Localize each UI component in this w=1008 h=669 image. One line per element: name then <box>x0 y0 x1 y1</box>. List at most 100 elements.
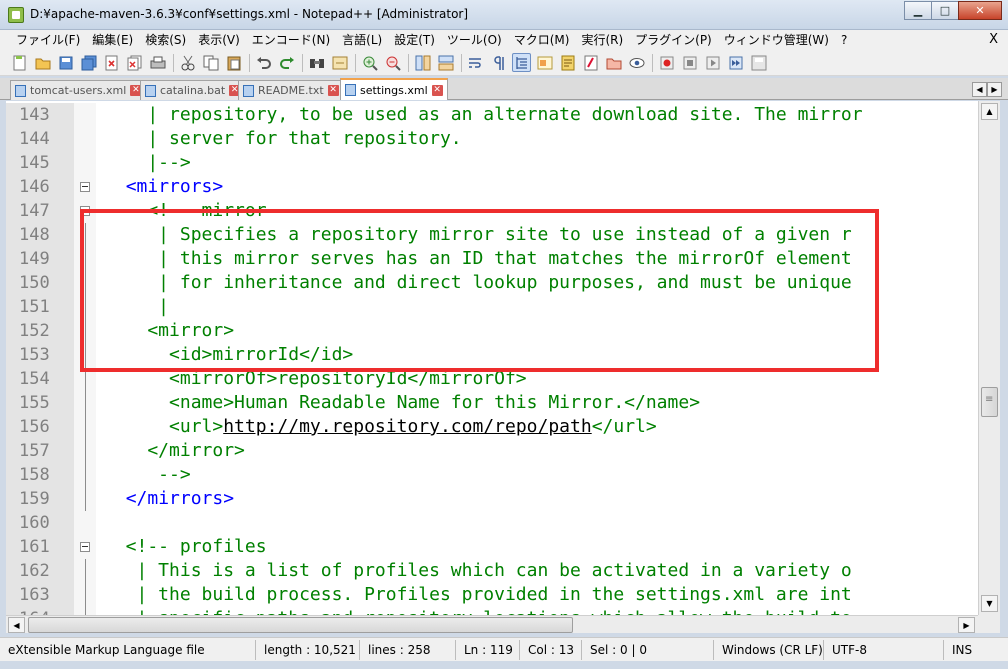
minimize-button[interactable]: ▁ <box>904 1 932 20</box>
fold-margin[interactable] <box>74 175 96 199</box>
menu-run[interactable]: 実行(R) <box>575 30 629 50</box>
replace-icon[interactable] <box>330 53 349 72</box>
tab-scroll-left-button[interactable]: ◀ <box>972 82 987 97</box>
print-icon[interactable] <box>148 53 167 72</box>
menu-help[interactable]: ? <box>835 30 853 50</box>
close-all-icon[interactable] <box>125 53 144 72</box>
editor-line[interactable]: 149 | this mirror serves has an ID that … <box>6 247 978 271</box>
scroll-down-button[interactable]: ▼ <box>981 595 998 612</box>
code-editor[interactable]: 143 | repository, to be used as an alter… <box>6 101 978 615</box>
function-list-icon[interactable] <box>581 53 600 72</box>
scroll-left-button[interactable]: ◀ <box>8 617 25 633</box>
cut-icon[interactable] <box>178 53 197 72</box>
menu-language[interactable]: 言語(L) <box>336 30 388 50</box>
scroll-up-button[interactable]: ▲ <box>981 103 998 120</box>
user-language-icon[interactable] <box>535 53 554 72</box>
close-tab-icon[interactable]: ✕ <box>327 85 339 96</box>
editor-line[interactable]: 146 <mirrors> <box>6 175 978 199</box>
macro-play-icon[interactable] <box>703 53 722 72</box>
menu-encoding[interactable]: エンコード(N) <box>246 30 336 50</box>
tab-tomcat-users[interactable]: tomcat-users.xml ✕ <box>10 80 147 100</box>
line-number: 145 <box>6 151 74 175</box>
editor-line[interactable]: 160 <box>6 511 978 535</box>
notepadpp-app-icon[interactable] <box>8 7 24 23</box>
save-icon[interactable] <box>56 53 75 72</box>
macro-run-multiple-icon[interactable] <box>726 53 745 72</box>
new-file-icon[interactable] <box>10 53 29 72</box>
editor-line[interactable]: 157 </mirror> <box>6 439 978 463</box>
editor-line[interactable]: 159 </mirrors> <box>6 487 978 511</box>
editor-line[interactable]: 163 | the build process. Profiles provid… <box>6 583 978 607</box>
editor-line[interactable]: 150 | for inheritance and direct lookup … <box>6 271 978 295</box>
tab-scroll-right-button[interactable]: ▶ <box>987 82 1002 97</box>
editor-line[interactable]: 147 <!-- mirror <box>6 199 978 223</box>
macro-stop-icon[interactable] <box>680 53 699 72</box>
open-file-icon[interactable] <box>33 53 52 72</box>
editor-line[interactable]: 164 | specific paths and repository loca… <box>6 607 978 615</box>
macro-save-icon[interactable] <box>749 53 768 72</box>
editor-line[interactable]: 152 <mirror> <box>6 319 978 343</box>
menu-edit[interactable]: 編集(E) <box>86 30 139 50</box>
status-insert-mode[interactable]: INS <box>944 640 994 660</box>
close-document-button[interactable]: X <box>989 30 998 50</box>
editor-line[interactable]: 145 |--> <box>6 151 978 175</box>
editor-line[interactable]: 156 <url>http://my.repository.com/repo/p… <box>6 415 978 439</box>
find-icon[interactable] <box>307 53 326 72</box>
editor-line[interactable]: 158 --> <box>6 463 978 487</box>
status-encoding[interactable]: UTF-8 <box>824 639 944 660</box>
editor-line[interactable]: 155 <name>Human Readable Name for this M… <box>6 391 978 415</box>
sync-vertical-icon[interactable] <box>413 53 432 72</box>
redo-icon[interactable] <box>277 53 296 72</box>
menu-view[interactable]: 表示(V) <box>192 30 246 50</box>
fold-margin[interactable] <box>74 199 96 223</box>
menu-plugins[interactable]: プラグイン(P) <box>629 30 718 50</box>
vertical-scrollbar[interactable]: ▲ ≡ ▼ <box>978 101 1000 615</box>
show-all-chars-icon[interactable] <box>489 53 508 72</box>
indent-guide-icon[interactable] <box>512 53 531 72</box>
editor-line[interactable]: 148 | Specifies a repository mirror site… <box>6 223 978 247</box>
vertical-scroll-thumb[interactable]: ≡ <box>981 387 998 417</box>
fold-toggle-icon[interactable] <box>80 206 90 216</box>
sync-horizontal-icon[interactable] <box>436 53 455 72</box>
fold-toggle-icon[interactable] <box>80 542 90 552</box>
close-file-icon[interactable] <box>102 53 121 72</box>
menu-macro[interactable]: マクロ(M) <box>508 30 576 50</box>
close-tab-icon[interactable]: ✕ <box>431 84 443 96</box>
editor-line[interactable]: 161 <!-- profiles <box>6 535 978 559</box>
word-wrap-icon[interactable] <box>466 53 485 72</box>
fold-margin[interactable] <box>74 535 96 559</box>
menu-file[interactable]: ファイル(F) <box>10 30 86 50</box>
editor-line[interactable]: 151 | <box>6 295 978 319</box>
save-all-icon[interactable] <box>79 53 98 72</box>
document-map-icon[interactable] <box>558 53 577 72</box>
tab-readme[interactable]: README.txt ✕ <box>238 80 344 100</box>
menu-window[interactable]: ウィンドウ管理(W) <box>718 30 835 50</box>
tab-catalina-bat[interactable]: catalina.bat ✕ <box>140 80 246 100</box>
status-eol-format[interactable]: Windows (CR LF) <box>714 639 824 660</box>
menu-search[interactable]: 検索(S) <box>139 30 192 50</box>
zoom-out-icon[interactable] <box>383 53 402 72</box>
tab-settings-xml[interactable]: settings.xml ✕ <box>340 78 448 100</box>
folder-workspace-icon[interactable] <box>604 53 623 72</box>
line-number: 156 <box>6 415 74 439</box>
paste-icon[interactable] <box>224 53 243 72</box>
editor-line[interactable]: 144 | server for that repository. <box>6 127 978 151</box>
horizontal-scrollbar[interactable]: ◀ ▶ <box>6 615 978 633</box>
horizontal-scroll-thumb[interactable] <box>28 617 573 633</box>
undo-icon[interactable] <box>254 53 273 72</box>
copy-icon[interactable] <box>201 53 220 72</box>
editor-line[interactable]: 153 <id>mirrorId</id> <box>6 343 978 367</box>
editor-line[interactable]: 143 | repository, to be used as an alter… <box>6 103 978 127</box>
scroll-right-button[interactable]: ▶ <box>958 617 975 633</box>
monitoring-icon[interactable] <box>627 53 646 72</box>
macro-record-icon[interactable] <box>657 53 676 72</box>
fold-toggle-icon[interactable] <box>80 182 90 192</box>
editor-line[interactable]: 154 <mirrorOf>repositoryId</mirrorOf> <box>6 367 978 391</box>
zoom-in-icon[interactable] <box>360 53 379 72</box>
editor-line[interactable]: 162 | This is a list of profiles which c… <box>6 559 978 583</box>
close-window-button[interactable]: ✕ <box>958 1 1002 20</box>
menu-settings[interactable]: 設定(T) <box>388 30 441 50</box>
menu-tools[interactable]: ツール(O) <box>441 30 508 50</box>
code-url-link[interactable]: http://my.repository.com/repo/path <box>223 416 591 437</box>
maximize-button[interactable]: □ <box>931 1 959 20</box>
